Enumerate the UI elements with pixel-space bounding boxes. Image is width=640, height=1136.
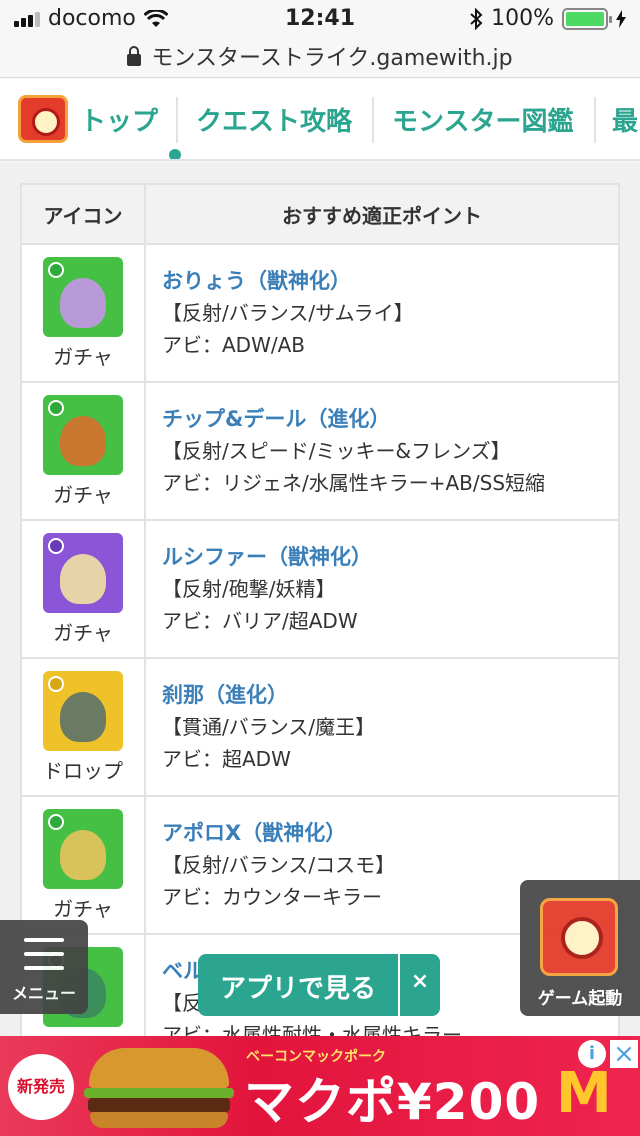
info-cell: チップ&デール（進化） 【反射/スピード/ミッキー&フレンズ】アビ：リジェネ/水属… — [144, 381, 620, 521]
table-row[interactable]: ガチャ ルシファー（獣神化） 【反射/砲撃/妖精】 アビ：バリア/超ADW — [20, 519, 620, 659]
nav-active-indicator — [169, 149, 181, 159]
game-launch-button[interactable]: ゲーム起動 — [520, 880, 640, 1016]
ad-banner[interactable]: 新発売 ベーコンマックポーク マクポ¥200 M i × — [0, 1036, 640, 1136]
ad-main-text: マクポ¥200 — [244, 1073, 541, 1131]
battery-icon — [562, 7, 612, 30]
info-cell: ルシファー（獣神化） 【反射/砲撃/妖精】 アビ：バリア/超ADW — [144, 519, 620, 659]
menu-button[interactable]: メニュー — [0, 920, 88, 1014]
icon-cell: ガチャ — [20, 243, 146, 383]
monster-chip-dale-icon[interactable] — [43, 395, 123, 475]
monster-abilities: アビ：バリア/超ADW — [162, 609, 358, 633]
nav-quest-guide[interactable]: クエスト攻略 — [196, 101, 352, 138]
ad-new-badge: 新発売 — [8, 1054, 74, 1120]
monster-orie-icon[interactable] — [43, 257, 123, 337]
monster-source: ガチャ — [53, 621, 113, 645]
monster-strike-logo-icon[interactable] — [18, 95, 68, 143]
game-launch-label: ゲーム起動 — [537, 989, 623, 1009]
nav-top[interactable]: トップ — [80, 101, 158, 138]
hamburger-line — [24, 966, 64, 970]
lock-icon — [127, 46, 142, 66]
open-in-app-banner: アプリで見る × — [198, 954, 440, 1016]
monster-source: ガチャ — [53, 345, 113, 369]
menu-label: メニュー — [11, 984, 76, 1003]
icon-cell: ドロップ — [20, 657, 146, 797]
monster-name-link[interactable]: おりょう（獣神化） — [162, 265, 618, 297]
nav-more[interactable]: 最 — [612, 101, 638, 138]
hamburger-icon — [24, 938, 64, 942]
bluetooth-icon — [470, 7, 483, 30]
monster-name-link[interactable]: ルシファー（獣神化） — [162, 541, 618, 573]
hamburger-line — [24, 952, 64, 956]
monster-lucifer-icon[interactable] — [43, 533, 123, 613]
table-row[interactable]: ガチャ おりょう（獣神化） 【反射/バランス/サムライ】 アビ：ADW/AB — [20, 243, 620, 383]
monster-source: ガチャ — [53, 897, 113, 921]
icon-cell: ガチャ — [20, 519, 146, 659]
monster-name-link[interactable]: 刹那（進化） — [162, 679, 618, 711]
close-app-banner-button[interactable]: × — [400, 969, 440, 994]
mcdonalds-logo-icon: M — [556, 1061, 612, 1126]
ad-close-icon[interactable]: × — [610, 1040, 638, 1068]
monster-abilities: アビ：超ADW — [162, 747, 291, 771]
hamburger-food-icon — [84, 1048, 234, 1128]
info-cell: 刹那（進化） 【貫通/バランス/魔王】 アビ：超ADW — [144, 657, 620, 797]
monster-setsuna-icon[interactable] — [43, 671, 123, 751]
open-in-app-button[interactable]: アプリで見る — [198, 968, 398, 1005]
monster-types: 【反射/バランス/コスモ】 — [162, 853, 396, 877]
monster-types: 【反射/バランス/サムライ】 — [162, 301, 414, 325]
monster-abilities: アビ：ADW/AB — [162, 333, 305, 357]
monster-types: 【反射/砲撃/妖精】 — [162, 577, 336, 601]
nav-divider — [372, 97, 374, 143]
site-nav: トップ クエスト攻略 モンスター図鑑 最 — [0, 79, 640, 161]
monster-name-link[interactable]: チップ&デール（進化） — [162, 403, 618, 435]
battery-percent: 100% — [491, 6, 554, 31]
table-row[interactable]: ガチャ チップ&デール（進化） 【反射/スピード/ミッキー&フレンズ】アビ：リジェネ… — [20, 381, 620, 521]
nav-divider — [176, 97, 178, 143]
ad-info-icon[interactable]: i — [578, 1040, 606, 1068]
icon-cell: ガチャ — [20, 795, 146, 935]
monster-name-link[interactable]: アポロX（獣神化） — [162, 817, 618, 849]
monster-abilities: アビ：リジェネ/水属性キラー+AB/SS短縮 — [162, 471, 546, 495]
status-bar: docomo 12:41 100% — [0, 0, 640, 40]
icon-cell: ガチャ — [20, 381, 146, 521]
nav-divider — [594, 97, 596, 143]
monster-types: 【反射/スピード/ミッキー&フレンズ】 — [162, 439, 511, 463]
monster-source: ドロップ — [43, 759, 123, 783]
charging-icon — [616, 9, 626, 28]
url-text: モンスターストライク.gamewith.jp — [151, 46, 513, 71]
nav-monster-dex[interactable]: モンスター図鑑 — [392, 101, 573, 138]
table-row[interactable]: ドロップ 刹那（進化） 【貫通/バランス/魔王】 アビ：超ADW — [20, 657, 620, 797]
monster-apollo-x-icon[interactable] — [43, 809, 123, 889]
column-header-icon: アイコン — [20, 183, 146, 245]
monster-abilities: アビ：水属性耐性・水属性キラー — [162, 1023, 462, 1036]
monster-source: ガチャ — [53, 483, 113, 507]
url-bar[interactable]: モンスターストライク.gamewith.jp — [0, 40, 640, 78]
info-cell: おりょう（獣神化） 【反射/バランス/サムライ】 アビ：ADW/AB — [144, 243, 620, 383]
monster-strike-app-icon — [540, 898, 618, 976]
column-header-points: おすすめ適正ポイント — [144, 183, 620, 245]
monster-types: 【貫通/バランス/魔王】 — [162, 715, 376, 739]
